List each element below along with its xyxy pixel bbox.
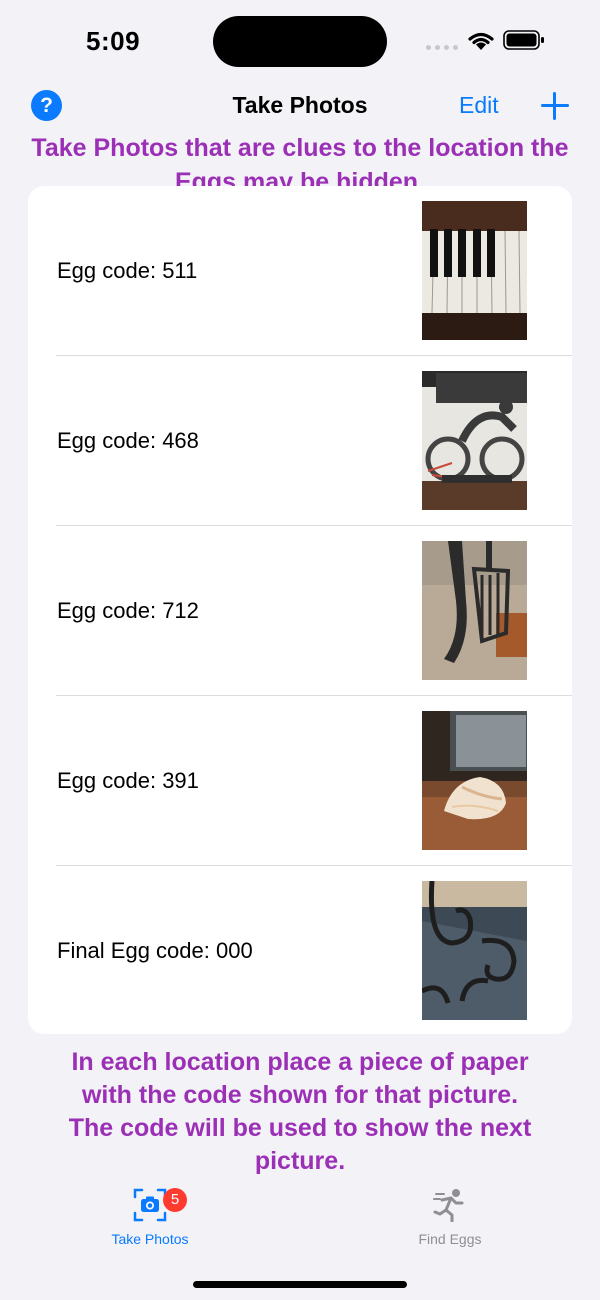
battery-icon bbox=[503, 30, 544, 50]
runner-icon bbox=[433, 1189, 464, 1223]
home-indicator bbox=[193, 1281, 407, 1288]
egg-code-label: Egg code: 712 bbox=[57, 598, 199, 623]
notification-badge: 5 bbox=[163, 1188, 187, 1212]
metal-scroll-photo bbox=[422, 881, 527, 1020]
wifi-icon bbox=[468, 32, 494, 50]
tab-label-take-photos: Take Photos bbox=[111, 1231, 189, 1247]
chair-leg-carpet-photo bbox=[422, 541, 527, 680]
egg-code-label: Egg code: 511 bbox=[57, 258, 198, 283]
egg-code-label: Final Egg code: 000 bbox=[57, 938, 253, 963]
photo-list: Egg code: 511 Egg code: 468 Egg code: 71… bbox=[28, 186, 572, 1034]
seashell-photo bbox=[422, 711, 527, 850]
tab-label-find-eggs: Find Eggs bbox=[418, 1231, 482, 1247]
status-time: 5:09 bbox=[86, 26, 141, 56]
list-item[interactable]: Egg code: 712 bbox=[28, 526, 572, 696]
cellular-signal-icon bbox=[426, 45, 458, 50]
piano-keys-photo bbox=[422, 201, 527, 340]
egg-code-label: Egg code: 468 bbox=[57, 428, 199, 453]
list-item[interactable]: Egg code: 391 bbox=[28, 696, 572, 866]
list-item[interactable]: Final Egg code: 000 bbox=[28, 866, 572, 1034]
dynamic-island bbox=[213, 16, 387, 67]
add-photo-button[interactable] bbox=[541, 92, 569, 120]
bottom-instruction-text: In each location place a piece of paper … bbox=[68, 1048, 532, 1175]
list-item[interactable]: Egg code: 511 bbox=[28, 186, 572, 356]
bicycle-sculpture-photo bbox=[422, 371, 527, 510]
tab-take-photos[interactable]: Take Photos bbox=[70, 1188, 230, 1247]
edit-button[interactable]: Edit bbox=[459, 92, 499, 119]
tab-find-eggs[interactable]: Find Eggs bbox=[370, 1188, 530, 1247]
camera-icon bbox=[133, 1188, 167, 1222]
page-title: Take Photos bbox=[232, 92, 368, 118]
list-item[interactable]: Egg code: 468 bbox=[28, 356, 572, 526]
egg-code-label: Egg code: 391 bbox=[57, 768, 199, 793]
